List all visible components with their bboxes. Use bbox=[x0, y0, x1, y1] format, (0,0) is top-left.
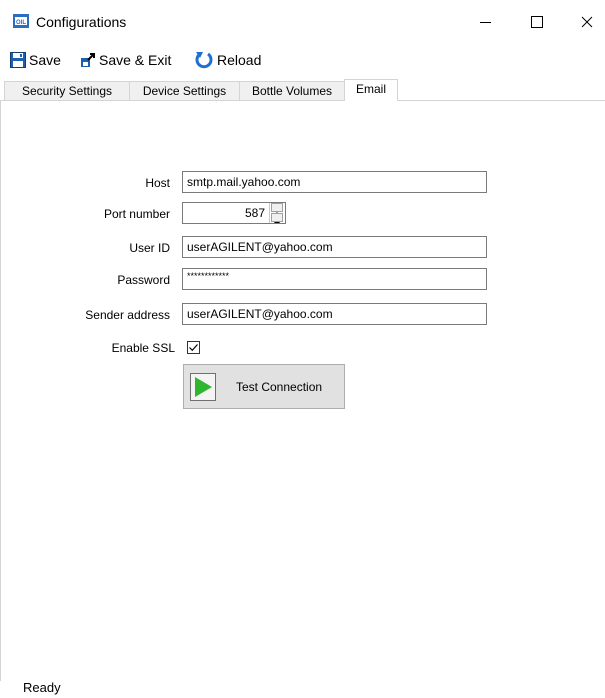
floppy-disk-icon bbox=[10, 52, 26, 68]
reload-label: Reload bbox=[217, 52, 262, 68]
password-input[interactable]: ************ bbox=[182, 268, 487, 290]
play-icon-frame bbox=[190, 373, 216, 401]
port-number-stepper[interactable]: 587 bbox=[182, 202, 286, 224]
tab-security-settings[interactable]: Security Settings bbox=[4, 81, 130, 100]
maximize-button[interactable] bbox=[514, 0, 560, 44]
password-label: Password bbox=[117, 273, 170, 287]
app-oil-icon: OIL bbox=[13, 14, 29, 28]
minimize-icon bbox=[479, 21, 491, 23]
save-exit-icon bbox=[81, 53, 95, 67]
host-input[interactable]: smtp.mail.yahoo.com bbox=[182, 171, 487, 193]
user-id-label: User ID bbox=[129, 241, 170, 255]
host-label: Host bbox=[145, 176, 170, 190]
window-title: Configurations bbox=[36, 14, 127, 30]
save-exit-label: Save & Exit bbox=[99, 52, 172, 68]
checkmark-icon bbox=[189, 344, 198, 352]
panel-border bbox=[0, 101, 1, 681]
maximize-icon bbox=[531, 16, 543, 28]
port-label: Port number bbox=[103, 207, 170, 221]
save-exit-button[interactable]: Save & Exit bbox=[80, 50, 171, 70]
enable-ssl-checkbox[interactable] bbox=[187, 341, 200, 354]
user-id-input[interactable]: userAGILENT@yahoo.com bbox=[182, 236, 487, 258]
toolbar: Save Save & Exit Reload bbox=[0, 48, 605, 72]
close-button[interactable] bbox=[564, 0, 605, 44]
save-button[interactable]: Save bbox=[10, 50, 61, 70]
tab-email[interactable]: Email bbox=[344, 79, 398, 101]
spin-down-button[interactable] bbox=[271, 213, 283, 223]
reload-icon bbox=[195, 52, 213, 69]
sender-address-input[interactable]: userAGILENT@yahoo.com bbox=[182, 303, 487, 325]
minimize-button[interactable] bbox=[462, 0, 508, 44]
arrow-down-icon bbox=[274, 222, 280, 223]
play-icon bbox=[195, 377, 212, 397]
test-connection-label: Test Connection bbox=[236, 380, 323, 394]
svg-text:OIL: OIL bbox=[16, 20, 26, 26]
spin-up-button[interactable] bbox=[271, 203, 283, 216]
tab-device-settings[interactable]: Device Settings bbox=[129, 81, 240, 100]
title-bar: OIL Configurations bbox=[0, 0, 605, 44]
sender-address-label: Sender address bbox=[85, 308, 170, 322]
port-value: 587 bbox=[244, 206, 265, 220]
close-icon bbox=[581, 16, 593, 28]
tab-strip: Security Settings Device Settings Bottle… bbox=[0, 79, 605, 101]
tab-bottle-volumes[interactable]: Bottle Volumes bbox=[239, 81, 345, 100]
reload-button[interactable]: Reload bbox=[194, 50, 261, 70]
tab-divider bbox=[0, 100, 605, 101]
port-spinner[interactable] bbox=[269, 203, 285, 223]
test-connection-button[interactable]: Test Connection bbox=[183, 364, 345, 409]
status-text: Ready bbox=[23, 680, 61, 695]
save-label: Save bbox=[29, 52, 61, 68]
enable-ssl-label: Enable SSL bbox=[111, 341, 175, 355]
